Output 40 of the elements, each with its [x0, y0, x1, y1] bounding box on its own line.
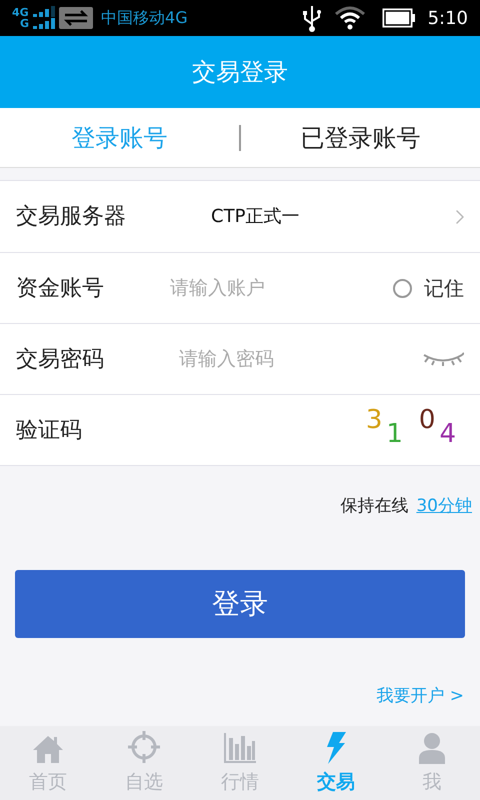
wifi-icon [334, 6, 366, 30]
battery-icon [382, 8, 416, 28]
closed-eye-icon[interactable] [422, 352, 464, 366]
server-select[interactable]: CTP正式一 [211, 203, 480, 230]
home-icon [31, 734, 65, 764]
lightning-icon [324, 732, 348, 764]
login-button[interactable]: 登录 [15, 570, 465, 638]
data-transfer-icon [59, 7, 94, 29]
keep-online-duration-link[interactable]: 30分钟 [416, 494, 472, 520]
signal-icon [33, 5, 56, 31]
password-input[interactable]: 请输入密码 [179, 344, 422, 374]
captcha-digit: 1 [386, 421, 403, 447]
field-label: 交易服务器 [16, 203, 127, 231]
person-icon [419, 732, 445, 764]
captcha-digit: 3 [366, 407, 382, 433]
nav-tab[interactable]: 自选 [96, 726, 192, 800]
network-label: 4G [12, 7, 30, 18]
field-label: 资金账号 [16, 274, 105, 302]
carrier-name: 中国移动4G [101, 7, 188, 29]
open-account-link[interactable]: 我要开户 > [376, 684, 464, 709]
nav-tab[interactable]: 首页 [0, 726, 96, 800]
account-input[interactable]: 请输入账户 [170, 274, 393, 302]
crosshair-icon [127, 730, 161, 764]
captcha-digit: 0 [418, 407, 436, 433]
usb-icon [302, 4, 322, 32]
captcha-image[interactable]: 3 1 0 4 [366, 405, 456, 455]
page-title: 交易登录 [192, 57, 288, 88]
nav-tab[interactable]: 行情 [192, 726, 288, 800]
tab[interactable]: 登录账号 [0, 108, 239, 167]
clock: 5:10 [428, 6, 468, 30]
nav-tab[interactable]: 交易 [288, 726, 384, 800]
tab[interactable]: 已登录账号 [241, 108, 480, 167]
captcha-digit: 4 [439, 421, 456, 447]
keep-online-label: 保持在线 [340, 495, 408, 518]
network-label: G [19, 18, 30, 29]
nav-tab[interactable]: 我 [384, 726, 480, 800]
remember-checkbox[interactable]: 记住 [393, 273, 480, 303]
field-label: 交易密码 [16, 346, 105, 374]
field-label: 验证码 [16, 416, 83, 444]
bar-chart-icon [223, 732, 257, 764]
